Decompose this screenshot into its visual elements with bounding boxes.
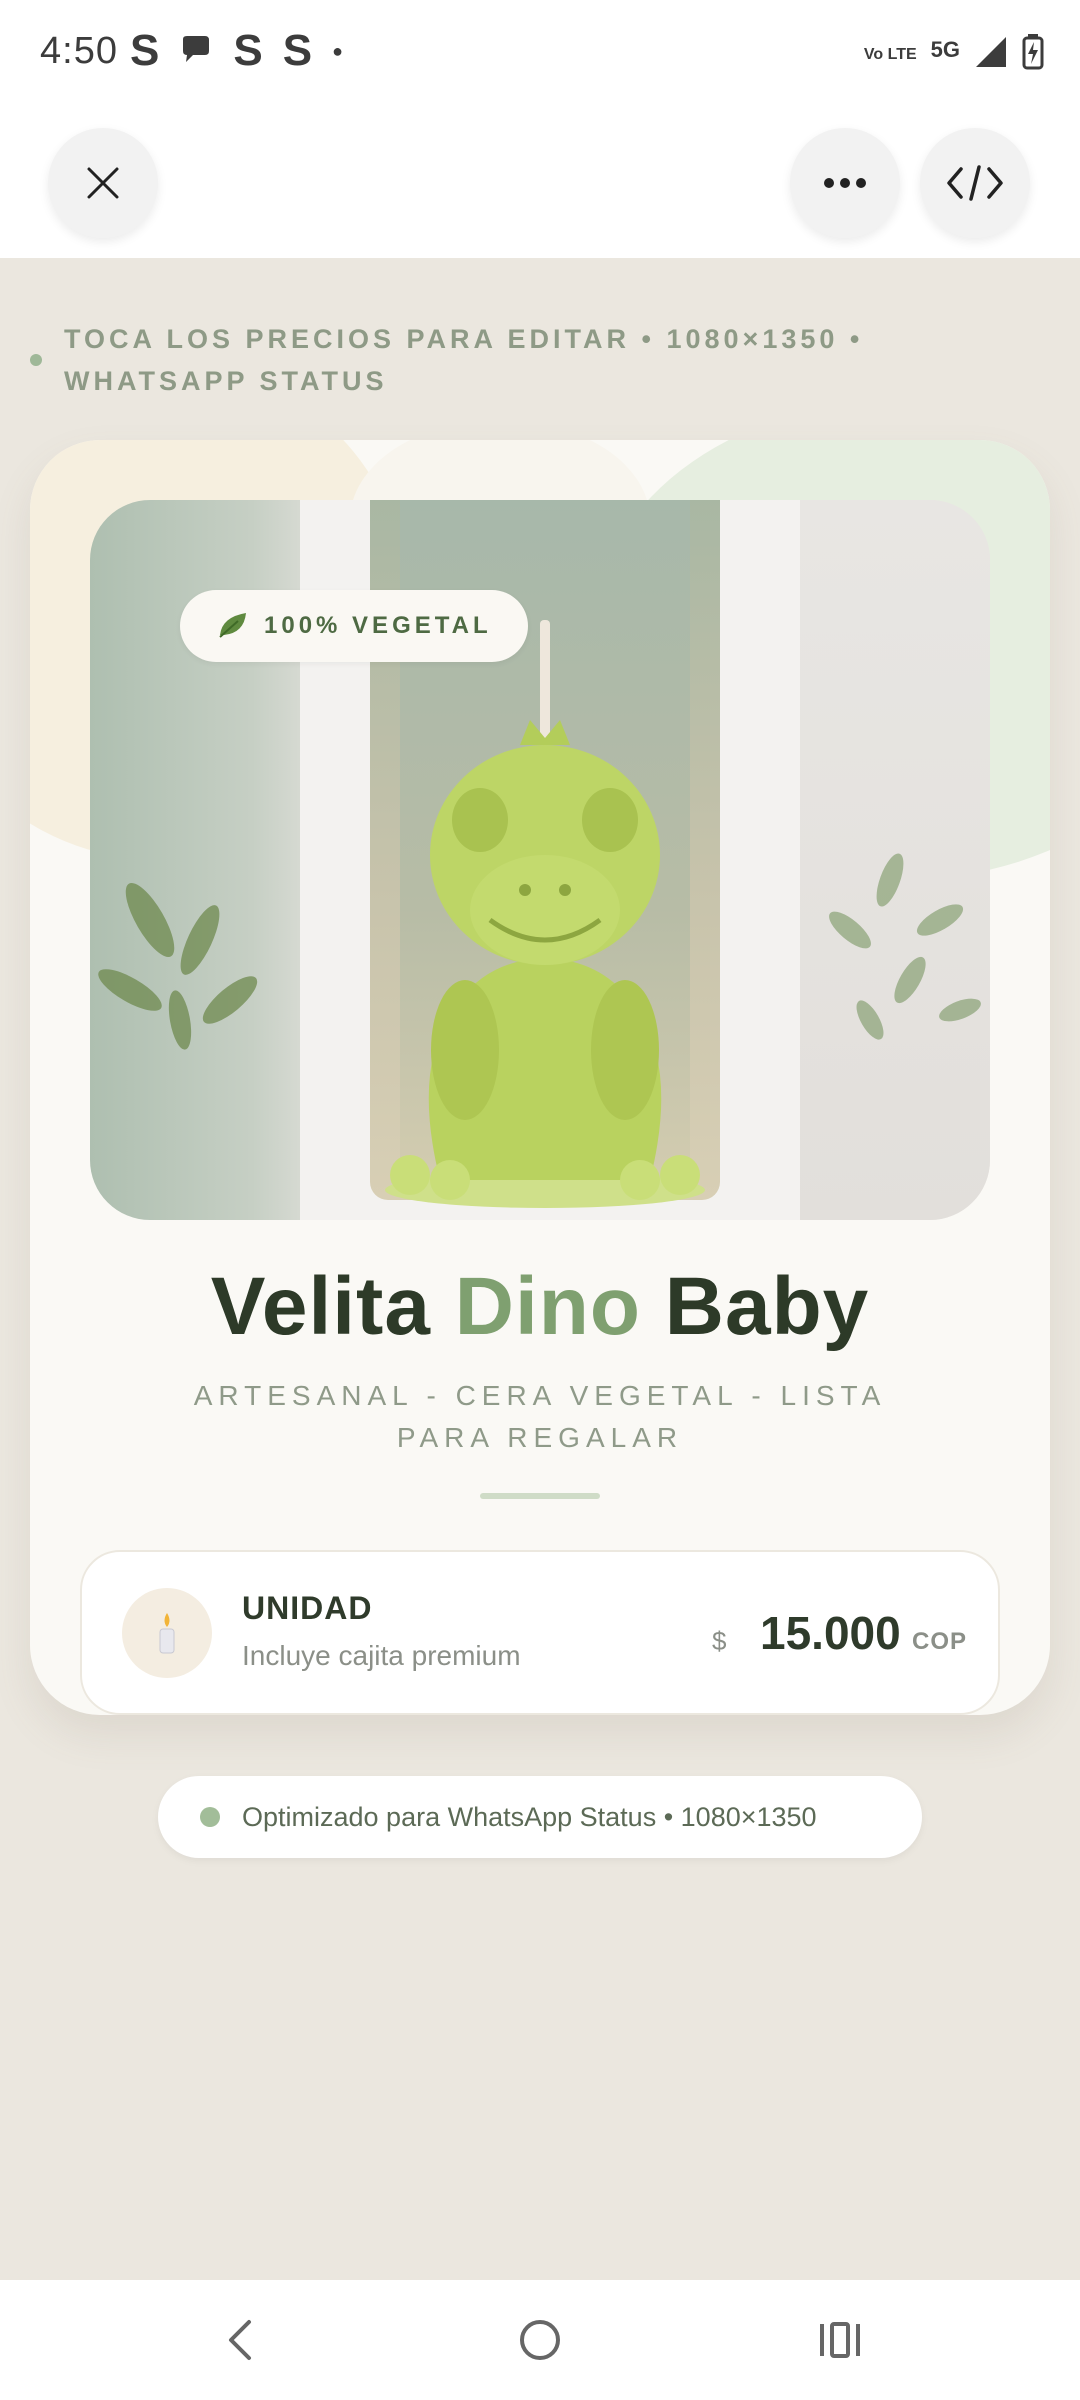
optimized-pill: Optimizado para WhatsApp Status • 1080×1… [158,1776,922,1858]
title-accent: Dino [454,1261,641,1352]
plant-left-image [98,882,258,1050]
divider [480,1493,600,1499]
chat-bubble-icon [179,26,213,76]
navigation-bar [0,2280,1080,2400]
recents-button[interactable] [800,2310,880,2370]
product-subtitle: ARTESANAL - CERA VEGETAL - LISTA PARA RE… [193,1380,887,1453]
top-toolbar [0,108,1080,258]
status-right: Vo LTE 5G [864,34,1044,75]
badge-label: 100% VEGETAL [264,612,492,639]
battery-charging-icon [1022,34,1044,75]
price-currency: COP [912,1628,968,1655]
plant-right-image [829,853,981,1040]
status-time: 4:50 [40,30,118,72]
dino-candle-image [385,620,705,1208]
back-button[interactable] [200,2310,280,2370]
notification-icons: S S S ● [130,26,343,76]
signal-icon [974,35,1008,74]
vegetal-badge: 100% VEGETAL [180,590,528,662]
close-button[interactable] [48,128,158,238]
recents-icon [820,2322,860,2358]
currency-symbol: $ [712,1626,727,1656]
product-title: Velita Dino Baby [30,1260,1050,1354]
more-options-button[interactable] [790,128,900,238]
volte-icon: Vo LTE [863,45,917,63]
price-row[interactable]: UNIDAD Incluye cajita premium $ 15.000 C… [80,1550,1000,1715]
hint-text: TOCA LOS PRECIOS PARA EDITAR • 1080×1350… [64,324,864,396]
view-code-button[interactable] [920,128,1030,238]
candle-icon [122,1588,212,1678]
unit-description: Incluye cajita premium [242,1640,521,1671]
edit-prices-hint: TOCA LOS PRECIOS PARA EDITAR • 1080×1350… [30,318,1040,402]
code-icon [947,165,1003,201]
close-icon [87,167,119,199]
product-photo: 100% VEGETAL [90,500,990,1220]
notification-s-icon: S [130,26,160,75]
optimized-text: Optimizado para WhatsApp Status • 1080×1… [242,1801,817,1832]
status-dot-icon [200,1807,220,1827]
more-notifications-dot-icon: ● [332,40,343,61]
title-part-2: Baby [664,1261,870,1352]
back-icon [229,2320,251,2360]
more-horizontal-icon [824,178,866,188]
network-type: 5G [930,36,960,62]
status-bar: 4:50 S S S ● Vo LTE 5G [0,0,1080,108]
title-part-1: Velita [210,1261,431,1352]
home-button[interactable] [500,2310,580,2370]
notification-s-icon: S [233,26,263,75]
product-card: 100% VEGETAL Velita Dino Baby ARTESANAL … [30,440,1050,1715]
home-icon [520,2320,560,2360]
leaf-icon [216,609,250,644]
notification-s-icon: S [282,26,313,75]
hint-dot-icon [30,354,42,366]
unit-label: UNIDAD [242,1590,373,1626]
price-value[interactable]: 15.000 [760,1606,901,1660]
